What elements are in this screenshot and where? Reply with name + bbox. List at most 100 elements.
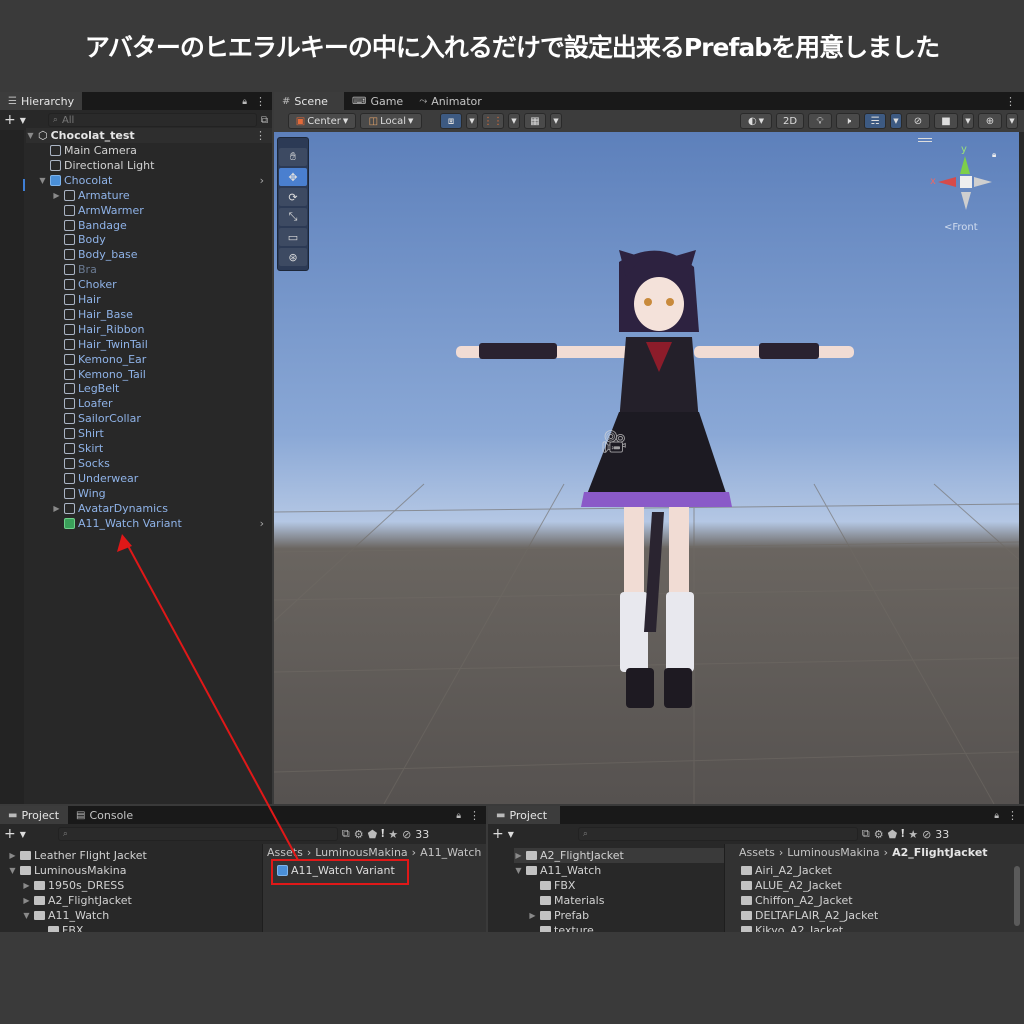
- grid-view-dropdown[interactable]: ▼: [550, 113, 562, 129]
- hidden-count-icon[interactable]: ⊘: [402, 828, 411, 841]
- project-right-search-input[interactable]: ⌕: [577, 827, 858, 841]
- hierarchy-item[interactable]: ▼ Chocolat ›: [38, 173, 272, 188]
- tab-game[interactable]: ⌨ Game: [344, 92, 412, 110]
- lock-icon[interactable]: 🔒︎: [456, 811, 461, 821]
- overlay-grip-icon[interactable]: [918, 138, 932, 142]
- asset-folder-item[interactable]: Airi_A2_Jacket: [741, 863, 832, 878]
- hierarchy-item[interactable]: Kemono_Ear: [52, 352, 272, 367]
- add-icon[interactable]: +: [4, 112, 16, 128]
- move-tool-icon[interactable]: ✥: [279, 168, 307, 186]
- asset-folder-item[interactable]: Kikyo_A2_Jacket: [741, 923, 843, 932]
- expand-arrow-icon[interactable]: ▼: [38, 176, 47, 185]
- search-by-type-icon[interactable]: ⧉: [342, 827, 350, 841]
- breadcrumb-assets[interactable]: Assets: [739, 846, 775, 859]
- increment-snap-dropdown[interactable]: ▼: [508, 113, 520, 129]
- project-folder-item[interactable]: ▶ Prefab: [528, 908, 589, 923]
- pivot-rotation-dropdown[interactable]: ◫ Local ▼: [360, 113, 422, 129]
- asset-folder-item[interactable]: DELTAFLAIR_A2_Jacket: [741, 908, 878, 923]
- effects-dropdown[interactable]: ▼: [890, 113, 902, 129]
- project-folder-item[interactable]: Materials: [528, 893, 604, 908]
- gizmo-lock-icon[interactable]: 🔒︎: [992, 150, 996, 160]
- collapsed-arrow-icon[interactable]: ▶: [52, 191, 61, 200]
- hierarchy-item[interactable]: Hair_Ribbon: [52, 322, 272, 337]
- collapsed-arrow-icon[interactable]: ▶: [22, 881, 31, 890]
- expand-arrow-icon[interactable]: ▼: [26, 131, 35, 140]
- hierarchy-search-input[interactable]: ⌕ All: [47, 113, 257, 127]
- hierarchy-item[interactable]: Body: [52, 232, 272, 247]
- scene-row[interactable]: ▼ ⬡ Chocolat_test ⋮: [26, 128, 272, 143]
- add-icon[interactable]: +: [4, 826, 16, 842]
- chevron-down-icon[interactable]: ▼: [20, 116, 26, 125]
- hierarchy-item[interactable]: Socks: [52, 456, 272, 471]
- collapsed-arrow-icon[interactable]: ▶: [52, 504, 61, 513]
- collapsed-arrow-icon[interactable]: ▶: [22, 896, 31, 905]
- gizmo-view-label[interactable]: <Front: [944, 222, 978, 233]
- breadcrumb-assets[interactable]: Assets: [267, 846, 303, 859]
- 2d-mode-button[interactable]: 2D: [776, 113, 804, 129]
- chevron-right-icon[interactable]: ›: [260, 517, 264, 530]
- hierarchy-item[interactable]: Kemono_Tail: [52, 367, 272, 382]
- scene-menu-icon[interactable]: ⋮: [1005, 95, 1016, 108]
- hierarchy-item[interactable]: A11_Watch Variant ›: [52, 516, 272, 531]
- audio-toggle-icon[interactable]: 🕨︎: [836, 113, 860, 129]
- warning-icon[interactable]: ❗︎: [381, 827, 384, 841]
- hierarchy-item[interactable]: ▶ AvatarDynamics: [52, 501, 272, 516]
- breadcrumb-luminous[interactable]: LuminousMakina: [787, 846, 879, 859]
- filter-type-icon[interactable]: ⚙︎: [354, 828, 364, 841]
- lock-icon[interactable]: 🔒︎: [994, 811, 999, 821]
- label-icon[interactable]: ⬟: [888, 828, 898, 841]
- search-by-type-icon[interactable]: ⧉: [862, 827, 870, 841]
- chevron-right-icon[interactable]: ›: [260, 174, 264, 187]
- favorite-icon[interactable]: ★: [908, 828, 918, 841]
- tab-project[interactable]: ▬ Project: [0, 806, 68, 824]
- collapsed-arrow-icon[interactable]: ▶: [514, 851, 523, 860]
- gizmo-center[interactable]: [960, 176, 972, 188]
- increment-snap-button[interactable]: ⋮⋮: [482, 113, 504, 129]
- gizmos-dropdown[interactable]: ▼: [1006, 113, 1018, 129]
- menu-icon[interactable]: ⋮: [469, 809, 480, 822]
- hand-tool-icon[interactable]: ✋︎: [279, 148, 307, 166]
- chevron-down-icon[interactable]: ▼: [508, 830, 514, 839]
- gizmo-axis-x[interactable]: [938, 177, 956, 187]
- transform-tool-icon[interactable]: ⊛: [279, 248, 307, 266]
- hierarchy-item[interactable]: Main Camera: [38, 143, 272, 158]
- expand-arrow-icon[interactable]: ▼: [22, 911, 31, 920]
- asset-folder-item[interactable]: Chiffon_A2_Jacket: [741, 893, 853, 908]
- project-folder-item[interactable]: texture: [528, 923, 594, 932]
- gizmo-axis-neg-y[interactable]: [961, 192, 971, 210]
- hierarchy-item[interactable]: ▶ Armature: [52, 188, 272, 203]
- grid-snap-dropdown[interactable]: ▼: [466, 113, 478, 129]
- gizmo-axis-y[interactable]: [960, 156, 970, 174]
- project-folder-item[interactable]: ▶ 1950s_DRESS: [22, 878, 124, 893]
- collapsed-arrow-icon[interactable]: ▶: [528, 911, 537, 920]
- hierarchy-item[interactable]: Hair: [52, 292, 272, 307]
- asset-folder-item[interactable]: ALUE_A2_Jacket: [741, 878, 842, 893]
- hierarchy-item[interactable]: Hair_TwinTail: [52, 337, 272, 352]
- add-icon[interactable]: +: [492, 826, 504, 842]
- tab-scene[interactable]: # Scene: [274, 92, 344, 110]
- hierarchy-item[interactable]: Loafer: [52, 396, 272, 411]
- camera-settings-dropdown[interactable]: ▼: [962, 113, 974, 129]
- hierarchy-item[interactable]: Shirt: [52, 426, 272, 441]
- breadcrumb-watch[interactable]: A11_Watch: [420, 846, 481, 859]
- project-left-search-input[interactable]: ⌕: [57, 827, 338, 841]
- orientation-gizmo[interactable]: y x <Front 🔒︎: [924, 144, 1004, 254]
- draw-mode-dropdown[interactable]: ◐ ▼: [740, 113, 772, 129]
- gizmos-toggle-icon[interactable]: ⊕: [978, 113, 1002, 129]
- chevron-down-icon[interactable]: ▼: [20, 830, 26, 839]
- breadcrumb-flightjacket[interactable]: A2_FlightJacket: [892, 846, 987, 859]
- warning-icon[interactable]: ❗︎: [901, 827, 904, 841]
- project-folder-item[interactable]: FBX: [36, 923, 83, 932]
- project-folder-item[interactable]: ▼ A11_Watch: [22, 908, 109, 923]
- camera-gizmo-icon[interactable]: 🎥︎: [600, 430, 628, 455]
- scale-tool-icon[interactable]: ⤡: [279, 208, 307, 226]
- hierarchy-item[interactable]: Choker: [52, 277, 272, 292]
- lock-icon[interactable]: 🔒︎: [242, 97, 247, 107]
- hierarchy-item[interactable]: Skirt: [52, 441, 272, 456]
- hierarchy-item[interactable]: SailorCollar: [52, 411, 272, 426]
- tab-animator[interactable]: ⤳ Animator: [411, 92, 490, 110]
- hidden-count-icon[interactable]: ⊘: [922, 828, 931, 841]
- project-folder-item[interactable]: ▶ A2_FlightJacket: [22, 893, 131, 908]
- project-folder-item[interactable]: ▼ A11_Watch: [514, 863, 601, 878]
- project-folder-item[interactable]: ▼ LuminousMakina: [8, 863, 126, 878]
